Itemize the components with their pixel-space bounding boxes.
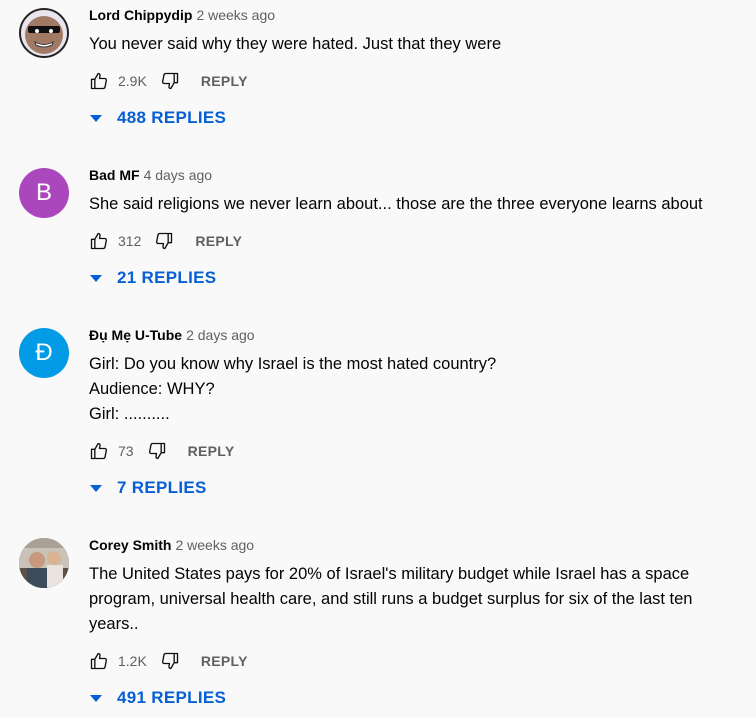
like-count: 2.9K — [118, 73, 147, 89]
like-count: 73 — [118, 443, 134, 459]
avatar[interactable] — [19, 538, 69, 588]
comment-time[interactable]: 2 weeks ago — [175, 537, 254, 553]
thumbs-down-icon[interactable] — [147, 441, 167, 461]
view-replies-button[interactable]: 491 REPLIES — [89, 686, 756, 710]
comment-time[interactable]: 2 weeks ago — [196, 7, 275, 23]
caret-down-icon — [90, 694, 102, 702]
user-photo-avatar-icon — [19, 538, 69, 588]
replies-label: 491 REPLIES — [117, 688, 227, 707]
like-count: 312 — [118, 233, 142, 249]
view-replies-button[interactable]: 21 REPLIES — [89, 266, 756, 290]
comment-time[interactable]: 2 days ago — [186, 327, 255, 343]
reply-button[interactable]: REPLY — [201, 653, 248, 669]
replies-label: 7 REPLIES — [117, 478, 207, 497]
comment-text: You never said why they were hated. Just… — [89, 35, 502, 53]
comment-text: The United States pays for 20% of Israel… — [89, 565, 693, 633]
caret-down-icon — [90, 484, 102, 492]
thumbs-up-icon[interactable] — [89, 651, 109, 671]
author-name[interactable]: Lord Chippydip — [89, 7, 192, 23]
author-name[interactable]: Đụ Mẹ U-Tube — [89, 327, 182, 343]
comment-actions: 2.9K REPLY — [89, 69, 756, 93]
like-count: 1.2K — [118, 653, 147, 669]
thumbs-down-icon[interactable] — [160, 651, 180, 671]
thumbs-up-icon[interactable] — [89, 231, 109, 251]
thumbs-up-icon[interactable] — [89, 441, 109, 461]
avatar-letter: B — [35, 179, 52, 206]
view-replies-button[interactable]: 488 REPLIES — [89, 106, 756, 130]
caret-down-icon — [90, 274, 102, 282]
reply-button[interactable]: REPLY — [195, 233, 242, 249]
reply-button[interactable]: REPLY — [201, 73, 248, 89]
replies-label: 21 REPLIES — [117, 268, 217, 287]
caret-down-icon — [90, 114, 102, 122]
comment-header: Lord Chippydip 2 weeks ago — [89, 5, 756, 25]
comment-actions: 1.2K REPLY — [89, 649, 756, 673]
view-replies-button[interactable]: 7 REPLIES — [89, 476, 756, 500]
avatar[interactable]: B — [19, 168, 69, 218]
replies-label: 488 REPLIES — [117, 108, 227, 127]
comment-time[interactable]: 4 days ago — [144, 167, 213, 183]
avatar[interactable] — [19, 8, 69, 58]
comment-header: Corey Smith 2 weeks ago — [89, 535, 756, 555]
avatar-letter: Đ — [35, 339, 53, 366]
avatar[interactable]: Đ — [19, 328, 69, 378]
comment-actions: 73 REPLY — [89, 439, 756, 463]
author-name[interactable]: Bad MF — [89, 167, 140, 183]
comment-actions: 312 REPLY — [89, 229, 756, 253]
thumbs-down-icon[interactable] — [160, 71, 180, 91]
comment-header: Đụ Mẹ U-Tube 2 days ago — [89, 325, 756, 345]
cartoon-face-avatar-icon — [19, 8, 69, 58]
comment-header: Bad MF 4 days ago — [89, 165, 756, 185]
comment-text: She said religions we never learn about.… — [89, 195, 703, 213]
reply-button[interactable]: REPLY — [188, 443, 235, 459]
author-name[interactable]: Corey Smith — [89, 537, 171, 553]
comment-text: Girl: Do you know why Israel is the most… — [89, 355, 497, 423]
thumbs-down-icon[interactable] — [154, 231, 174, 251]
thumbs-up-icon[interactable] — [89, 71, 109, 91]
